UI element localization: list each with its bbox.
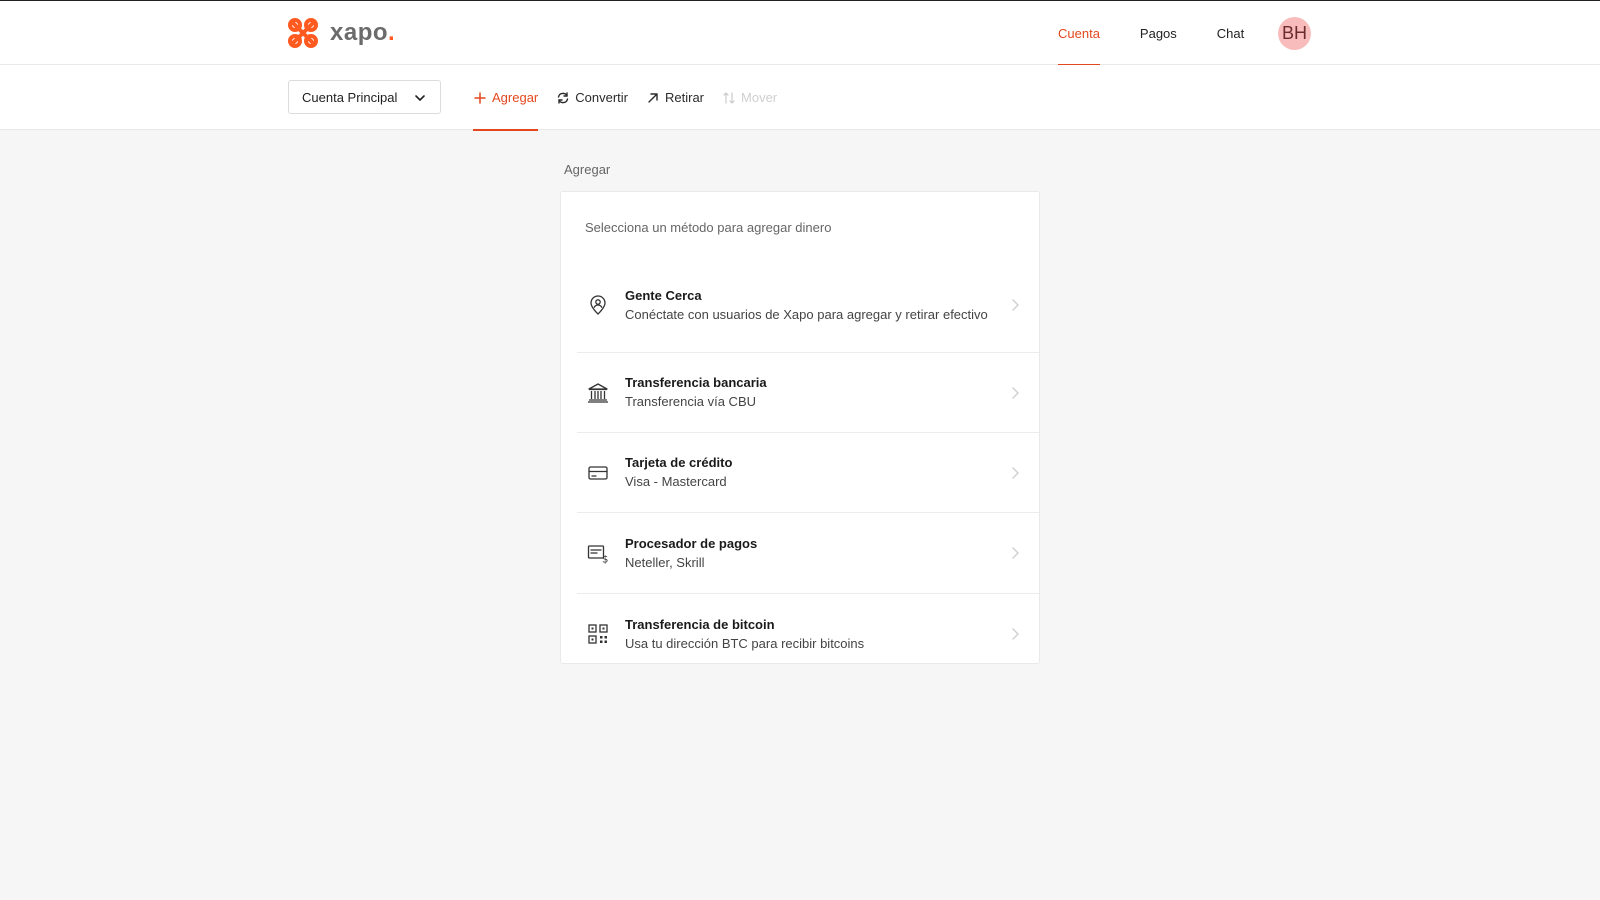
xapo-logo[interactable]: xapo. — [286, 16, 395, 50]
top-bar: xapo. Cuenta Pagos Chat BH — [0, 0, 1600, 66]
method-title: Transferencia de bitcoin — [625, 616, 775, 632]
bank-icon — [588, 382, 608, 403]
credit-card-icon — [588, 465, 608, 480]
xapo-logo-icon — [288, 18, 318, 48]
section-title: Agregar — [564, 162, 611, 177]
method-text: Gente Cerca Conéctate con usuarios de Xa… — [625, 288, 1039, 323]
convert-action-label: Convertir — [575, 90, 628, 105]
chevron-right-icon — [1012, 547, 1019, 559]
withdraw-action-tab[interactable]: Retirar — [646, 65, 704, 130]
add-action-label: Agregar — [492, 90, 539, 105]
method-text: Procesador de pagos Neteller, Skrill — [625, 536, 1039, 571]
account-actions: Agregar Convertir Retirar Mover — [473, 65, 795, 131]
method-subtitle: Visa - Mastercard — [625, 474, 727, 489]
move-action-label: Mover — [741, 90, 778, 105]
method-list: Gente Cerca Conéctate con usuarios de Xa… — [577, 258, 1039, 674]
card-header: Selecciona un método para agregar dinero — [585, 220, 832, 235]
nav-item-pagos[interactable]: Pagos — [1140, 1, 1177, 65]
arrow-up-right-icon — [648, 92, 658, 103]
add-action-tab[interactable]: Agregar — [473, 65, 539, 131]
method-title: Transferencia bancaria — [625, 375, 767, 390]
swap-vertical-icon — [723, 91, 735, 104]
chevron-right-icon — [1012, 466, 1019, 479]
logo-text: xapo. — [330, 19, 396, 46]
method-title: Gente Cerca — [625, 287, 702, 303]
user-avatar[interactable]: BH — [1278, 17, 1311, 50]
method-procesador-de-pagos[interactable]: $ Procesador de pagos Neteller, Skrill — [577, 513, 1039, 594]
svg-text:$: $ — [602, 555, 608, 565]
method-subtitle: Conéctate con usuarios de Xapo para agre… — [625, 306, 988, 322]
chevron-right-icon — [1012, 299, 1019, 311]
nav-item-cuenta[interactable]: Cuenta — [1058, 1, 1100, 66]
method-text: Tarjeta de crédito Visa - Mastercard — [625, 455, 1039, 490]
plus-icon — [474, 91, 486, 104]
method-gente-cerca[interactable]: Gente Cerca Conéctate con usuarios de Xa… — [577, 258, 1039, 353]
nav-item-chat[interactable]: Chat — [1217, 1, 1244, 65]
account-toolbar: Cuenta Principal Agregar Convertir Retir… — [0, 65, 1600, 131]
method-title: Procesador de pagos — [625, 535, 758, 551]
method-subtitle: Neteller, Skrill — [625, 554, 705, 570]
top-navigation: Cuenta Pagos Chat — [1058, 1, 1284, 66]
location-person-icon — [590, 295, 606, 315]
qr-code-icon — [588, 624, 608, 644]
method-tarjeta-de-credito[interactable]: Tarjeta de crédito Visa - Mastercard — [577, 433, 1039, 513]
move-action-tab: Mover — [722, 65, 777, 130]
withdraw-action-label: Retirar — [665, 90, 705, 105]
payment-processor-icon: $ — [587, 545, 608, 565]
chevron-down-icon — [415, 95, 425, 101]
method-text: Transferencia bancaria Transferencia vía… — [625, 375, 1039, 410]
method-transferencia-bancaria[interactable]: Transferencia bancaria Transferencia vía… — [577, 353, 1039, 433]
account-selector[interactable]: Cuenta Principal — [288, 80, 441, 114]
method-transferencia-de-bitcoin[interactable]: Transferencia de bitcoin Usa tu direcció… — [577, 594, 1039, 674]
add-money-card: Selecciona un método para agregar dinero… — [560, 191, 1040, 664]
refresh-icon — [558, 91, 569, 104]
chevron-right-icon — [1012, 628, 1019, 640]
method-title: Tarjeta de crédito — [625, 455, 733, 470]
convert-action-tab[interactable]: Convertir — [556, 65, 628, 130]
chevron-right-icon — [1012, 386, 1019, 399]
account-selector-label: Cuenta Principal — [302, 89, 398, 105]
method-subtitle: Usa tu dirección BTC para recibir bitcoi… — [625, 635, 865, 651]
method-subtitle: Transferencia vía CBU — [625, 394, 757, 409]
method-text: Transferencia de bitcoin Usa tu direcció… — [625, 617, 1039, 652]
